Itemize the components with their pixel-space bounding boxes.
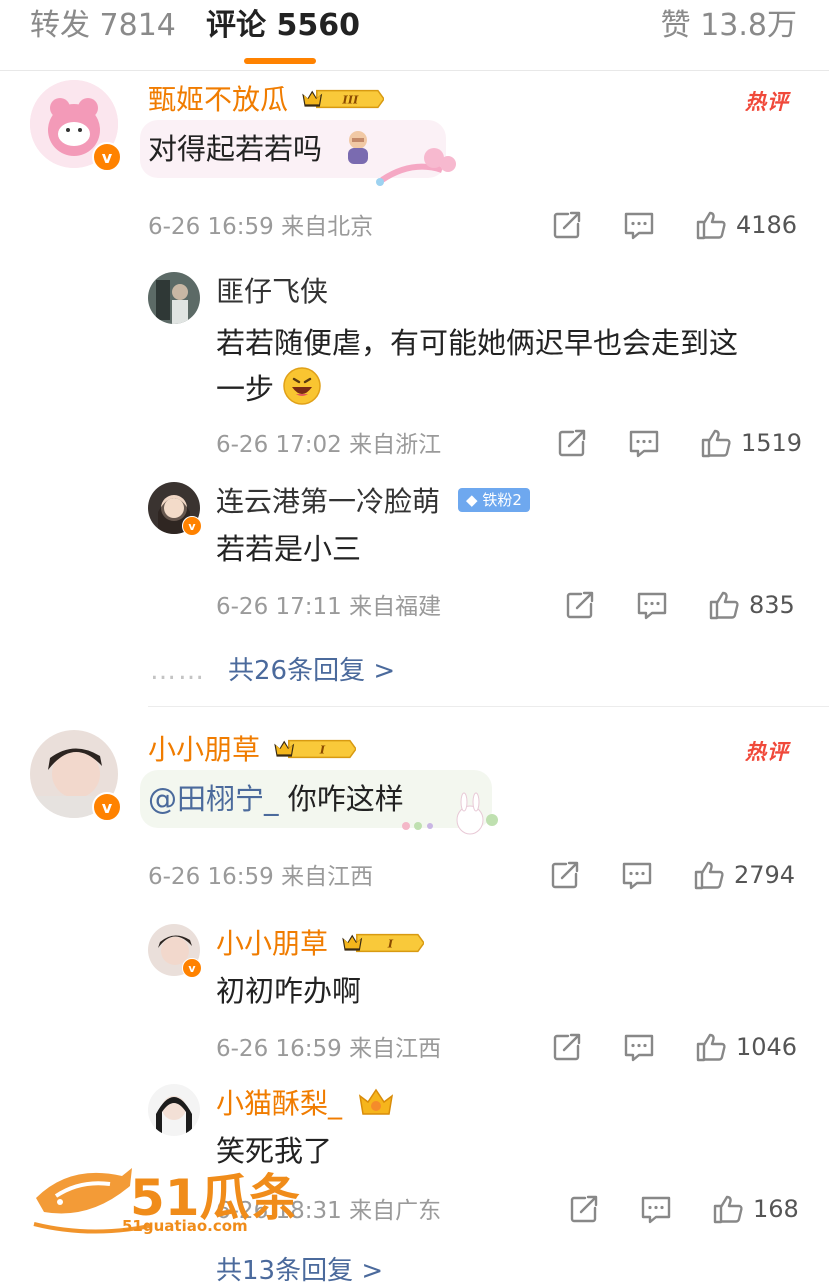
comment-meta: 6-26 16:59 来自北京 <box>148 214 374 240</box>
comment-text: 对得起若若吗 <box>148 132 323 166</box>
reply-text: 若若是小三 <box>216 532 362 566</box>
comment-action-bar: 4186 <box>550 208 797 242</box>
comment-meta: 6-26 16:59 来自江西 <box>148 864 374 890</box>
watermark-url: 51guatiao.com <box>122 1217 248 1235</box>
svg-text:I: I <box>387 937 394 951</box>
ribbon-sticker-icon <box>376 148 456 186</box>
like-count: 2794 <box>734 861 796 889</box>
gold-crown-badge-icon <box>358 1088 394 1115</box>
comment-divider <box>148 706 829 707</box>
comment-text: @田栩宁_ 你咋这样 <box>148 776 404 822</box>
reply-action-bar: 168 <box>567 1192 799 1226</box>
comment-icon[interactable] <box>620 858 654 892</box>
more-replies-label: 共26条回复 > <box>228 656 396 686</box>
svg-text:III: III <box>341 93 359 107</box>
hot-comment-badge: 热评 <box>745 740 789 764</box>
comment-tab-bar: 转发 7814 评论 5560 赞 13.8万 <box>0 0 829 71</box>
crown-badge-icon: I <box>272 734 356 764</box>
share-icon[interactable] <box>548 858 582 892</box>
reply-text-line2: 一步 <box>216 372 275 406</box>
avatar[interactable] <box>148 1084 200 1136</box>
reply-action-bar: 1046 <box>550 1030 797 1064</box>
reply-username[interactable]: 连云港第一冷脸萌 <box>216 484 440 520</box>
more-replies-link[interactable]: 共13条回复 > <box>216 1250 383 1287</box>
fan-badge-label: 铁粉2 <box>482 491 522 509</box>
comment-icon[interactable] <box>635 588 669 622</box>
comment-action-bar: 2794 <box>548 858 795 892</box>
like-count: 1046 <box>736 1033 798 1061</box>
hot-comment-badge: 热评 <box>745 90 789 114</box>
reply-text: 初初咋办啊 <box>216 974 362 1008</box>
share-icon[interactable] <box>555 426 589 460</box>
reply-meta: 6-26 17:02 来自浙江 <box>216 432 442 458</box>
like-icon[interactable] <box>707 588 741 622</box>
reply-username[interactable]: 小猫酥梨_ <box>216 1086 342 1122</box>
active-tab-indicator <box>244 58 316 64</box>
comment-icon[interactable] <box>627 426 661 460</box>
tab-repost[interactable]: 转发 7814 <box>30 6 176 46</box>
comment-icon[interactable] <box>622 1030 656 1064</box>
comment-icon[interactable] <box>622 208 656 242</box>
like-count: 1519 <box>741 429 803 457</box>
share-icon[interactable] <box>563 588 597 622</box>
reply-username[interactable]: 匪仔飞侠 <box>216 274 328 310</box>
verified-v-icon: v <box>182 516 202 536</box>
share-icon[interactable] <box>550 1030 584 1064</box>
more-dots: …… <box>150 656 206 686</box>
like-count: 835 <box>749 591 795 619</box>
verified-v-icon: v <box>92 792 122 822</box>
reply-text-line1: 若若随便虐，有可能她俩迟早也会走到这 <box>216 326 739 360</box>
reply-meta: 6-26 16:59 来自江西 <box>216 1036 442 1062</box>
laughing-emoji-icon <box>283 367 321 405</box>
mention-link[interactable]: @田栩宁_ <box>148 782 279 816</box>
share-icon[interactable] <box>567 1192 601 1226</box>
tab-comment[interactable]: 评论 5560 <box>206 6 360 46</box>
comment-username[interactable]: 甄姬不放瓜 <box>148 82 288 118</box>
more-replies-link[interactable]: …… 共26条回复 > <box>150 650 395 687</box>
reply-meta: 6-26 17:11 来自福建 <box>216 594 442 620</box>
verified-v-icon: v <box>182 958 202 978</box>
reply-action-bar: 835 <box>563 588 795 622</box>
fan-level-badge: ◆ 铁粉2 <box>458 488 530 512</box>
like-count: 4186 <box>736 211 798 239</box>
like-count: 168 <box>753 1195 799 1223</box>
like-icon[interactable] <box>711 1192 745 1226</box>
reply-username[interactable]: 小小朋草 <box>216 926 328 962</box>
comment-username[interactable]: 小小朋草 <box>148 732 260 768</box>
bunny-sticker-icon <box>402 792 498 835</box>
crown-badge-icon: III <box>300 84 384 114</box>
tab-like[interactable]: 赞 13.8万 <box>661 6 797 46</box>
comment-icon[interactable] <box>639 1192 673 1226</box>
comment-text-body: 你咋这样 <box>278 782 404 816</box>
like-icon[interactable] <box>692 858 726 892</box>
reply-action-bar: 1519 <box>555 426 802 460</box>
svg-text:I: I <box>319 743 326 757</box>
verified-v-icon: v <box>92 142 122 172</box>
facepalm-emoji-icon <box>348 131 368 164</box>
share-icon[interactable] <box>550 208 584 242</box>
like-icon[interactable] <box>694 1030 728 1064</box>
like-icon[interactable] <box>694 208 728 242</box>
like-icon[interactable] <box>699 426 733 460</box>
avatar[interactable] <box>148 272 200 324</box>
crown-badge-icon: I <box>340 928 424 958</box>
